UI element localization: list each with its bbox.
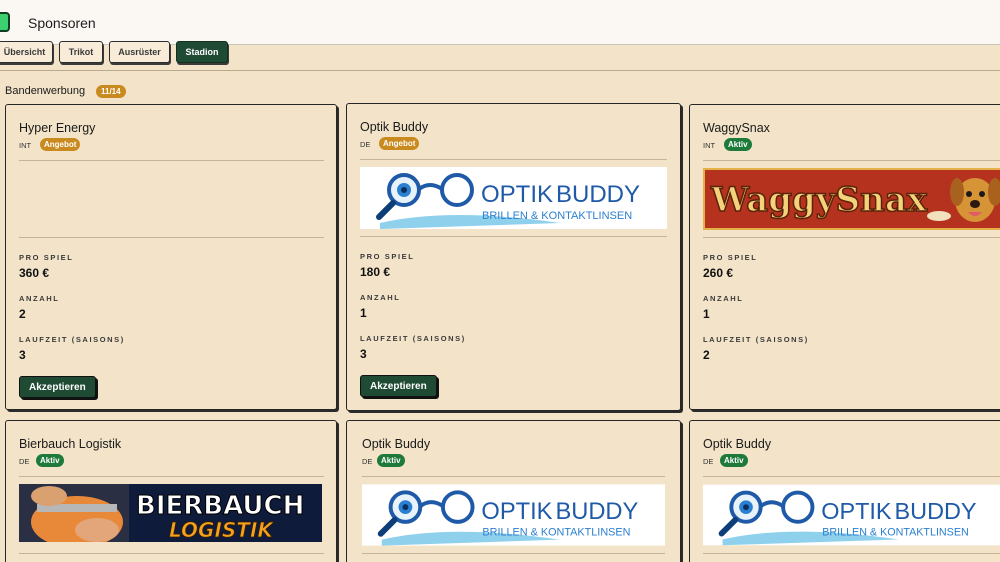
amount-label: ANZAHL	[360, 293, 401, 302]
divider	[703, 237, 1000, 238]
duration-label: LAUFZEIT (SAISONS)	[360, 334, 466, 343]
sponsor-card-optik-buddy-active: Optik Buddy DE Aktiv OPTIK BUDDY BRILLEN…	[346, 420, 681, 562]
sponsor-logo-waggysnax: WaggySnax	[703, 168, 1000, 230]
tab-outfitter[interactable]: Ausrüster	[109, 41, 170, 63]
duration-label: LAUFZEIT (SAISONS)	[703, 335, 809, 344]
tab-bar: Übersicht Trikot Ausrüster Stadion	[0, 41, 1000, 71]
status-badge: Aktiv	[720, 454, 748, 467]
sponsor-card-optik-buddy-active-2: Optik Buddy DE Aktiv OPTIK BUDDY BRILLEN…	[689, 420, 1000, 562]
sponsor-name: Optik Buddy	[362, 437, 431, 451]
section-title: Bandenwerbung	[5, 85, 86, 97]
divider	[360, 236, 667, 237]
svg-text:BUDDY: BUDDY	[895, 498, 977, 524]
status-badge: Aktiv	[724, 138, 752, 151]
sponsor-logo-optik-buddy: OPTIK BUDDY BRILLEN & KONTAKTLINSEN	[360, 167, 667, 229]
divider	[19, 237, 324, 238]
sponsor-region: DE	[362, 457, 373, 466]
per-game-label: PRO SPIEL	[703, 253, 758, 262]
accept-button[interactable]: Akzeptieren	[360, 375, 437, 397]
svg-text:BRILLEN & KONTAKTLINSEN: BRILLEN & KONTAKTLINSEN	[482, 527, 630, 539]
svg-text:BUDDY: BUDDY	[555, 499, 638, 525]
per-game-label: PRO SPIEL	[19, 253, 74, 262]
status-badge: Aktiv	[36, 454, 64, 467]
svg-text:LOGISTIK: LOGISTIK	[169, 518, 274, 542]
svg-text:OPTIK: OPTIK	[821, 498, 892, 524]
svg-text:BIERBAUCH: BIERBAUCH	[136, 491, 304, 521]
sponsor-region: DE	[360, 140, 371, 149]
svg-text:BRILLEN & KONTAKTLINSEN: BRILLEN & KONTAKTLINSEN	[482, 210, 632, 222]
sponsor-region: DE	[703, 457, 714, 466]
per-game-value: 180 €	[360, 265, 391, 279]
duration-value: 3	[19, 348, 26, 362]
tab-overview[interactable]: Übersicht	[0, 41, 53, 63]
sponsor-region: INT	[703, 141, 716, 150]
duration-label: LAUFZEIT (SAISONS)	[19, 335, 125, 344]
top-bar: Sponsoren	[0, 0, 1000, 45]
divider	[703, 476, 1000, 477]
status-badge: Angebot	[40, 138, 81, 151]
sponsor-name: Optik Buddy	[703, 437, 772, 451]
optik-buddy-logo: OPTIK BUDDY BRILLEN & KONTAKTLINSEN	[703, 484, 1000, 546]
sponsor-name: Hyper Energy	[19, 121, 96, 135]
divider	[19, 553, 324, 554]
svg-text:WaggySnax: WaggySnax	[710, 180, 928, 220]
sponsor-logo-bierbauch: BIERBAUCH LOGISTIK	[19, 484, 322, 542]
accept-button[interactable]: Akzeptieren	[19, 376, 96, 398]
app-icon[interactable]	[0, 12, 10, 32]
duration-value: 2	[703, 348, 710, 362]
svg-text:OPTIK: OPTIK	[481, 181, 553, 208]
sponsor-card-waggysnax: WaggySnax INT Aktiv WaggySnax PRO SPIEL …	[689, 104, 1000, 410]
sponsor-name: Optik Buddy	[360, 120, 429, 134]
divider	[19, 160, 324, 161]
slot-count-badge: 11/14	[96, 85, 126, 98]
sponsor-card-optik-buddy: Optik Buddy DE Angebot OPTIK BUDDY BRILL…	[346, 103, 681, 411]
sponsor-name: Bierbauch Logistik	[19, 437, 122, 451]
sponsor-logo-optik-buddy: OPTIK BUDDY BRILLEN & KONTAKTLINSEN	[703, 484, 1000, 546]
tab-jersey[interactable]: Trikot	[59, 41, 103, 63]
sponsor-region: INT	[19, 141, 32, 150]
per-game-value: 360 €	[19, 266, 50, 280]
svg-text:BUDDY: BUDDY	[556, 181, 640, 208]
bierbauch-logo: BIERBAUCH LOGISTIK	[19, 484, 322, 542]
amount-value: 2	[19, 307, 26, 321]
waggysnax-logo: WaggySnax	[703, 168, 1000, 230]
worker-icon	[19, 484, 129, 542]
duration-value: 3	[360, 347, 367, 361]
sponsor-logo-optik-buddy: OPTIK BUDDY BRILLEN & KONTAKTLINSEN	[362, 484, 665, 546]
per-game-label: PRO SPIEL	[360, 252, 415, 261]
tab-stadium[interactable]: Stadion	[176, 41, 228, 63]
optik-buddy-logo: OPTIK BUDDY BRILLEN & KONTAKTLINSEN	[360, 167, 667, 229]
status-badge: Angebot	[379, 137, 420, 150]
page-title: Sponsoren	[28, 15, 96, 31]
sponsor-name: WaggySnax	[703, 121, 770, 135]
status-badge: Aktiv	[377, 454, 405, 467]
sponsor-card-hyper-energy: Hyper Energy INT Angebot PRO SPIEL 360 €…	[5, 104, 337, 410]
divider	[362, 553, 665, 554]
amount-value: 1	[703, 307, 710, 321]
svg-text:OPTIK: OPTIK	[481, 499, 552, 525]
optik-buddy-logo: OPTIK BUDDY BRILLEN & KONTAKTLINSEN	[362, 484, 665, 546]
per-game-value: 260 €	[703, 266, 734, 280]
amount-value: 1	[360, 306, 367, 320]
divider	[703, 553, 1000, 554]
divider	[703, 160, 1000, 161]
divider	[19, 476, 324, 477]
svg-text:BRILLEN & KONTAKTLINSEN: BRILLEN & KONTAKTLINSEN	[822, 527, 969, 539]
sponsor-region: DE	[19, 457, 30, 466]
amount-label: ANZAHL	[19, 294, 60, 303]
divider	[362, 476, 665, 477]
amount-label: ANZAHL	[703, 294, 744, 303]
divider	[360, 159, 667, 160]
sponsor-card-bierbauch-logistik: Bierbauch Logistik DE Aktiv BIERBAUCH LO…	[5, 420, 337, 562]
